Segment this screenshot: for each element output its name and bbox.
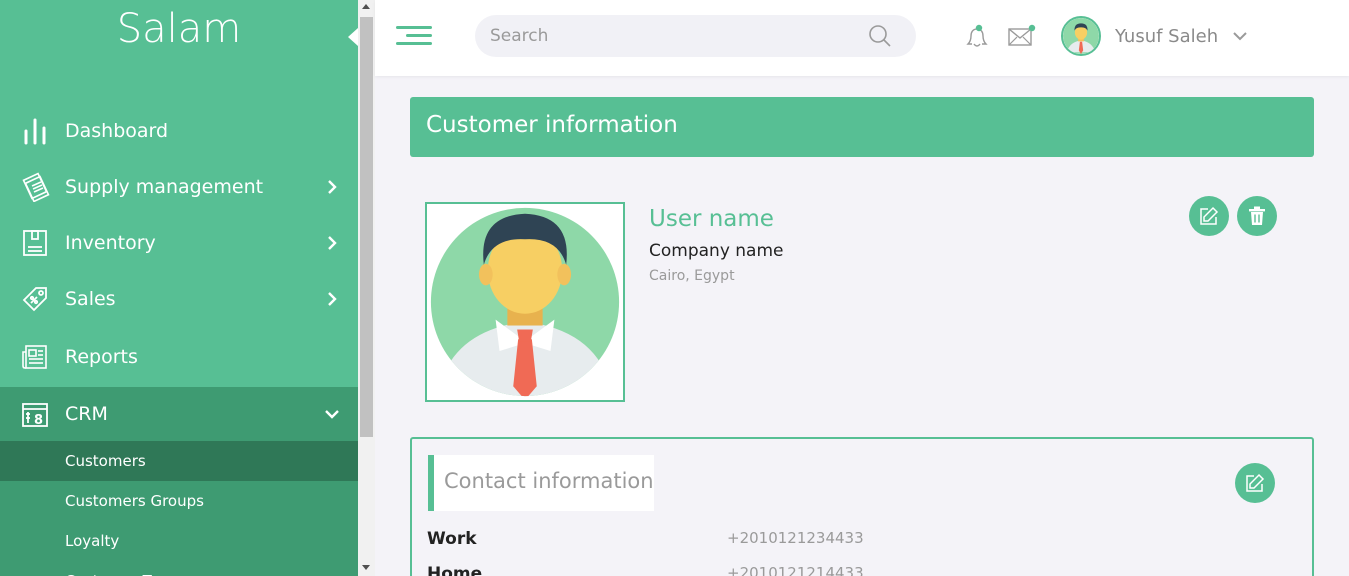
sidebar-item-label: Supply management xyxy=(65,176,264,198)
trash-icon xyxy=(1249,206,1265,225)
box-icon xyxy=(20,228,50,258)
contact-information-card: Contact information Work +2010121234433 … xyxy=(410,437,1314,576)
newspaper-icon xyxy=(20,342,50,372)
scroll-up-arrow-icon[interactable] xyxy=(362,4,370,9)
customer-company: Company name xyxy=(649,241,784,261)
avatar[interactable] xyxy=(1061,16,1101,56)
scroll-down-arrow-icon[interactable] xyxy=(362,565,370,570)
sidebar-item-supply-management[interactable]: Supply management xyxy=(0,159,358,215)
mail-icon[interactable] xyxy=(1007,24,1037,48)
search-icon[interactable] xyxy=(868,24,892,48)
user-menu[interactable]: Yusuf Saleh xyxy=(1061,15,1248,57)
chart-bars-icon xyxy=(20,116,50,146)
bell-icon[interactable] xyxy=(964,22,990,50)
contact-label-home: Home xyxy=(427,564,483,576)
contact-heading-box: Contact information xyxy=(428,455,654,511)
brand-logo[interactable]: Salam xyxy=(0,6,358,52)
customer-location: Cairo, Egypt xyxy=(649,268,735,284)
chevron-right-icon xyxy=(328,180,337,194)
menu-icon[interactable] xyxy=(396,26,432,46)
contact-value-work: +2010121234433 xyxy=(727,529,864,547)
document-stack-icon xyxy=(20,172,50,202)
sidebar-item-label: Inventory xyxy=(65,232,156,254)
sidebar-subitem-customers-groups[interactable]: Customers Groups xyxy=(0,481,358,521)
customer-avatar-image xyxy=(430,207,620,397)
page-title: Customer information xyxy=(426,112,678,138)
sidebar-item-reports[interactable]: Reports xyxy=(0,327,358,387)
sidebar-subitem-customer-tags[interactable]: Customer Tags xyxy=(0,561,358,576)
edit-contact-button[interactable] xyxy=(1235,463,1275,503)
sidebar-subitem-loyalty[interactable]: Loyalty xyxy=(0,521,358,561)
contact-heading: Contact information xyxy=(444,469,654,493)
contact-label-work: Work xyxy=(427,529,477,549)
sidebar-subitem-customers[interactable]: Customers xyxy=(0,441,358,481)
user-name[interactable]: Yusuf Saleh xyxy=(1115,26,1218,47)
contact-value-home: +2010121214433 xyxy=(727,564,864,576)
scrollbar-thumb[interactable] xyxy=(360,17,373,437)
sidebar-item-label: Reports xyxy=(65,346,138,368)
page-title-bar: Customer information xyxy=(410,97,1314,157)
sidebar-item-crm[interactable]: 8 CRM xyxy=(0,387,358,441)
sidebar-item-inventory[interactable]: Inventory xyxy=(0,215,358,271)
sidebar-item-label: CRM xyxy=(65,403,108,425)
chevron-down-icon[interactable] xyxy=(1232,28,1248,44)
edit-icon xyxy=(1200,206,1219,225)
sidebar-item-label: Dashboard xyxy=(65,120,169,142)
sidebar-nav: Dashboard Supply management Inventory Sa… xyxy=(0,103,358,576)
chevron-right-icon xyxy=(328,292,337,306)
delete-customer-button[interactable] xyxy=(1237,196,1277,236)
sidebar-scrollbar[interactable] xyxy=(358,0,375,576)
top-header: Yusuf Saleh xyxy=(375,0,1349,76)
edit-customer-button[interactable] xyxy=(1189,196,1229,236)
customer-photo xyxy=(425,202,625,402)
customer-name: User name xyxy=(649,206,774,232)
crm-submenu: Customers Customers Groups Loyalty Custo… xyxy=(0,441,358,576)
sidebar-collapse-indicator[interactable] xyxy=(348,28,358,46)
search-bar xyxy=(475,15,916,57)
chevron-down-icon xyxy=(325,410,339,419)
edit-icon xyxy=(1246,473,1265,492)
search-input[interactable] xyxy=(490,15,860,57)
sidebar-item-label: Sales xyxy=(65,288,116,310)
sidebar-item-sales[interactable]: Sales xyxy=(0,271,358,327)
sidebar: Salam Dashboard Supply management Invent… xyxy=(0,0,358,576)
sidebar-item-dashboard[interactable]: Dashboard xyxy=(0,103,358,159)
price-tag-icon xyxy=(20,284,50,314)
chevron-right-icon xyxy=(328,236,337,250)
calendar-icon: 8 xyxy=(20,399,50,429)
svg-text:8: 8 xyxy=(34,413,43,428)
